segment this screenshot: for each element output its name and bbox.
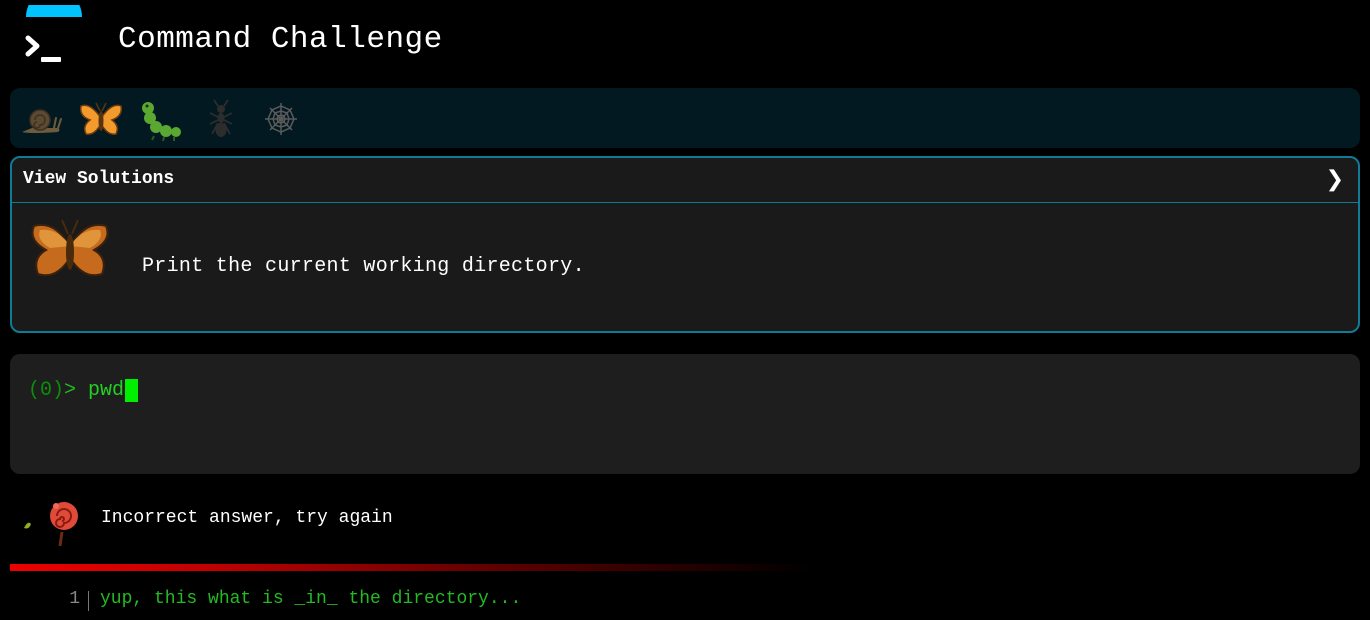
app-title: Command Challenge <box>118 22 443 57</box>
butterfly-icon[interactable] <box>78 96 124 142</box>
spider-web-icon[interactable] <box>258 96 304 142</box>
wilted-rose-icon <box>24 502 78 546</box>
output-line-number: 1 <box>69 589 80 609</box>
output-line-text: yup, this what is _in_ the directory... <box>100 589 522 609</box>
command-counter: (0) <box>28 379 65 402</box>
challenge-card: View Solutions ❯ Print the current worki… <box>10 156 1360 333</box>
prompt-symbol: > <box>64 379 77 402</box>
prompt-line[interactable]: (0)> pwd <box>28 379 139 403</box>
result-bar <box>10 564 810 571</box>
terminal-prompt-icon[interactable] <box>20 5 88 73</box>
view-solutions-toggle[interactable]: View Solutions ❯ <box>12 158 1358 203</box>
ant-icon[interactable] <box>198 96 244 142</box>
chevron-right-icon[interactable]: ❯ <box>1326 167 1344 192</box>
challenge-description: Print the current working directory. <box>142 255 585 278</box>
snail-icon[interactable] <box>18 96 64 142</box>
terminal[interactable]: (0)> pwd <box>10 354 1360 474</box>
header: Command Challenge <box>0 0 1370 86</box>
output-line-separator <box>88 591 89 611</box>
view-solutions-label[interactable]: View Solutions <box>23 169 174 189</box>
result-message: Incorrect answer, try again <box>101 508 393 528</box>
level-bar <box>10 88 1360 148</box>
command-input[interactable]: pwd <box>88 379 124 402</box>
butterfly-icon <box>31 219 109 277</box>
terminal-cursor <box>125 379 139 402</box>
page: Command Challenge View Solutions ❯ Print… <box>0 0 1370 620</box>
output-line: 1 yup, this what is _in_ the directory..… <box>0 589 1370 613</box>
caterpillar-icon[interactable] <box>138 96 184 142</box>
